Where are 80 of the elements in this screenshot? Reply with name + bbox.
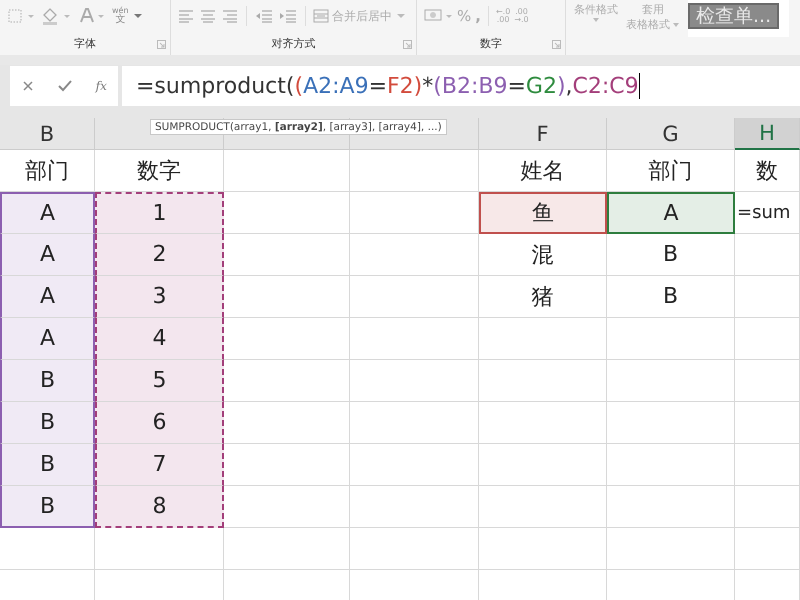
table-cell: A [607, 192, 735, 234]
merge-center-button[interactable]: 合并后居中 [313, 8, 392, 24]
formula-token: A2:A9 [303, 74, 369, 98]
caret-icon[interactable] [396, 12, 406, 20]
align-icon[interactable] [221, 9, 239, 23]
decrease-decimal-button[interactable]: .00 →.0 [514, 8, 529, 24]
table-cell: B [0, 360, 95, 402]
caret-icon[interactable] [132, 12, 143, 20]
insert-function-button[interactable]: fx [96, 79, 107, 93]
table-cell: =sum [735, 192, 800, 234]
caret-icon[interactable] [592, 17, 600, 24]
table-cell: A [0, 192, 95, 234]
dialog-launcher-icon[interactable] [157, 40, 166, 49]
formula-token: ( [433, 74, 442, 98]
table-cell: 2 [95, 234, 224, 276]
decrease-indent-icon[interactable] [254, 9, 274, 23]
table-cell: 猪 [479, 276, 607, 318]
table-cell: 数 [735, 150, 800, 192]
group-label: 字体 [74, 36, 96, 51]
table-cell: 3 [95, 276, 224, 318]
table-style-button[interactable]: 套用 表格格式 [626, 0, 680, 33]
table-cell: B [607, 276, 735, 318]
phonetic-button[interactable]: wén 文 [112, 7, 129, 25]
dialog-launcher-icon[interactable] [552, 40, 561, 49]
comma-style-button[interactable]: , [475, 7, 481, 25]
conditional-format-button[interactable]: 条件格式 [574, 0, 618, 24]
table-cell [735, 444, 800, 486]
table-cell [735, 528, 800, 570]
formula-token: = [368, 74, 388, 98]
increase-indent-icon[interactable] [278, 9, 298, 23]
borders-icon[interactable] [6, 8, 36, 24]
merge-cells-icon [313, 9, 329, 23]
table-cell: 5 [95, 360, 224, 402]
table-cell: 混 [479, 234, 607, 276]
formula-token: ) [414, 74, 422, 98]
column-header[interactable]: F [479, 118, 607, 150]
table-cell: A [0, 318, 95, 360]
dialog-launcher-icon[interactable] [403, 40, 412, 49]
group-label: 对齐方式 [272, 36, 316, 51]
table-cell: B [0, 486, 95, 528]
check-icon[interactable] [57, 79, 74, 93]
table-cell [735, 402, 800, 444]
formula-token: B2:B9 [442, 74, 508, 98]
table-cell: A [0, 276, 95, 318]
formula-token: F2 [387, 74, 414, 98]
align-icon[interactable] [177, 9, 195, 23]
formula-token: ( [294, 74, 304, 98]
percent-button[interactable]: % [457, 7, 472, 25]
table-cell: 4 [95, 318, 224, 360]
table-cell: 8 [95, 486, 224, 528]
align-icon[interactable] [199, 9, 217, 23]
table-cell [735, 360, 800, 402]
caret-icon[interactable] [672, 22, 680, 28]
column-header[interactable]: B [0, 118, 95, 150]
table-cell: A [0, 234, 95, 276]
table-cell: B [607, 234, 735, 276]
formula-token: =sumproduct( [136, 74, 294, 98]
table-cell: 7 [95, 444, 224, 486]
increase-decimal-button[interactable]: ←.0 .00 [496, 8, 510, 24]
group-label: 数字 [480, 36, 502, 51]
formula-token: ) [556, 74, 566, 98]
table-cell: 1 [95, 192, 224, 234]
formula-token: * [422, 74, 434, 98]
formula-input[interactable]: =sumproduct((A2:A9=F2)*(B2:B9=G2),C2:C9 [122, 66, 800, 106]
table-cell [735, 234, 800, 276]
table-cell [735, 276, 800, 318]
function-tooltip: SUMPRODUCT(array1, [array2], [array3], [array4], ...) [150, 119, 447, 135]
table-cell: B [0, 444, 95, 486]
formula-token: = [507, 74, 526, 98]
cancel-icon[interactable] [21, 79, 36, 93]
column-header[interactable]: H [735, 118, 800, 150]
table-cell: B [0, 402, 95, 444]
formula-token: G2 [526, 74, 557, 98]
formula-token: , [566, 74, 573, 98]
formula-token: C2:C9 [572, 74, 639, 98]
check-sheet-label: 检查单... [688, 3, 780, 29]
table-cell: 6 [95, 402, 224, 444]
table-cell [735, 318, 800, 360]
table-cell: 鱼 [479, 192, 607, 234]
table-cell [735, 486, 800, 528]
